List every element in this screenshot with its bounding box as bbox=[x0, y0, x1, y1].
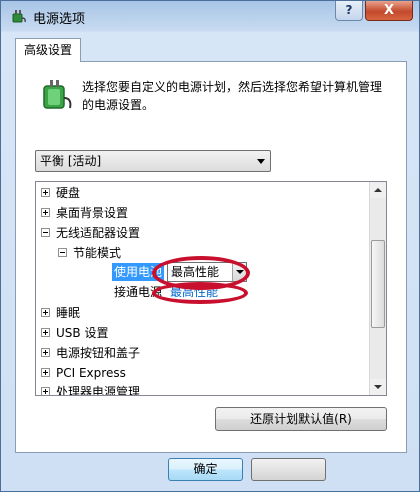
plan-description: 选择您要自定义的电源计划，然后选择您希望计算机管理的电源设置。 bbox=[82, 80, 383, 112]
tree-item-hard-disk[interactable]: 硬盘 bbox=[41, 183, 80, 203]
collapse-minus-icon[interactable] bbox=[41, 228, 50, 237]
ok-button[interactable]: 确定 bbox=[168, 458, 243, 481]
power-plan-value: 平衡 [活动] bbox=[40, 154, 102, 168]
tab-advanced-settings[interactable]: 高级设置 bbox=[15, 38, 81, 62]
battery-plug-icon bbox=[43, 80, 72, 109]
power-options-window: 电源选项 ? X 高级设置 选择您要自定义的电源计划，然后选择您希望计算机管理的… bbox=[0, 0, 420, 492]
expand-plus-icon[interactable] bbox=[41, 348, 50, 357]
power-settings-tree[interactable]: 硬盘 桌面背景设置 无线适配器设置 节能模式 使用电池 最高性能 接通电源 最高… bbox=[35, 181, 387, 396]
help-button[interactable]: ? bbox=[335, 1, 363, 21]
tree-item-desktop-background[interactable]: 桌面背景设置 bbox=[41, 203, 128, 223]
tree-item-power-saving-mode[interactable]: 节能模式 bbox=[58, 243, 121, 263]
annotation-circle-plugged bbox=[152, 282, 248, 304]
tree-item-pci-express[interactable]: PCI Express bbox=[41, 363, 126, 383]
power-plan-select[interactable]: 平衡 [活动] bbox=[35, 150, 271, 172]
expand-plus-icon[interactable] bbox=[41, 387, 50, 395]
scroll-down-arrow-icon[interactable] bbox=[370, 379, 386, 395]
chevron-down-icon bbox=[257, 159, 265, 164]
expand-plus-icon[interactable] bbox=[41, 208, 50, 217]
expand-plus-icon[interactable] bbox=[41, 308, 50, 317]
tree-item-processor-power[interactable]: 处理器电源管理 bbox=[41, 382, 140, 395]
tree-item-wireless-adapter[interactable]: 无线适配器设置 bbox=[41, 223, 140, 243]
tree-item-sleep[interactable]: 睡眠 bbox=[41, 303, 80, 323]
window-title: 电源选项 bbox=[33, 12, 86, 27]
restore-defaults-button[interactable]: 还原计划默认值(R) bbox=[215, 407, 387, 431]
title-bar[interactable]: 电源选项 ? X bbox=[1, 1, 419, 31]
power-options-icon bbox=[12, 10, 26, 23]
scroll-up-arrow-icon[interactable] bbox=[370, 182, 386, 198]
expand-plus-icon[interactable] bbox=[41, 188, 50, 197]
expand-plus-icon[interactable] bbox=[41, 368, 50, 377]
scroll-thumb[interactable] bbox=[371, 240, 385, 328]
tree-item-power-buttons-lid[interactable]: 电源按钮和盖子 bbox=[41, 343, 140, 363]
tree-scrollbar[interactable] bbox=[369, 182, 386, 395]
expand-plus-icon[interactable] bbox=[41, 328, 50, 337]
close-button[interactable]: X bbox=[365, 1, 413, 21]
collapse-minus-icon[interactable] bbox=[58, 248, 67, 257]
advanced-settings-panel: 选择您要自定义的电源计划，然后选择您希望计算机管理的电源设置。 平衡 [活动] … bbox=[15, 61, 407, 453]
cancel-button[interactable] bbox=[251, 458, 326, 481]
tree-item-usb-settings[interactable]: USB 设置 bbox=[41, 323, 108, 343]
